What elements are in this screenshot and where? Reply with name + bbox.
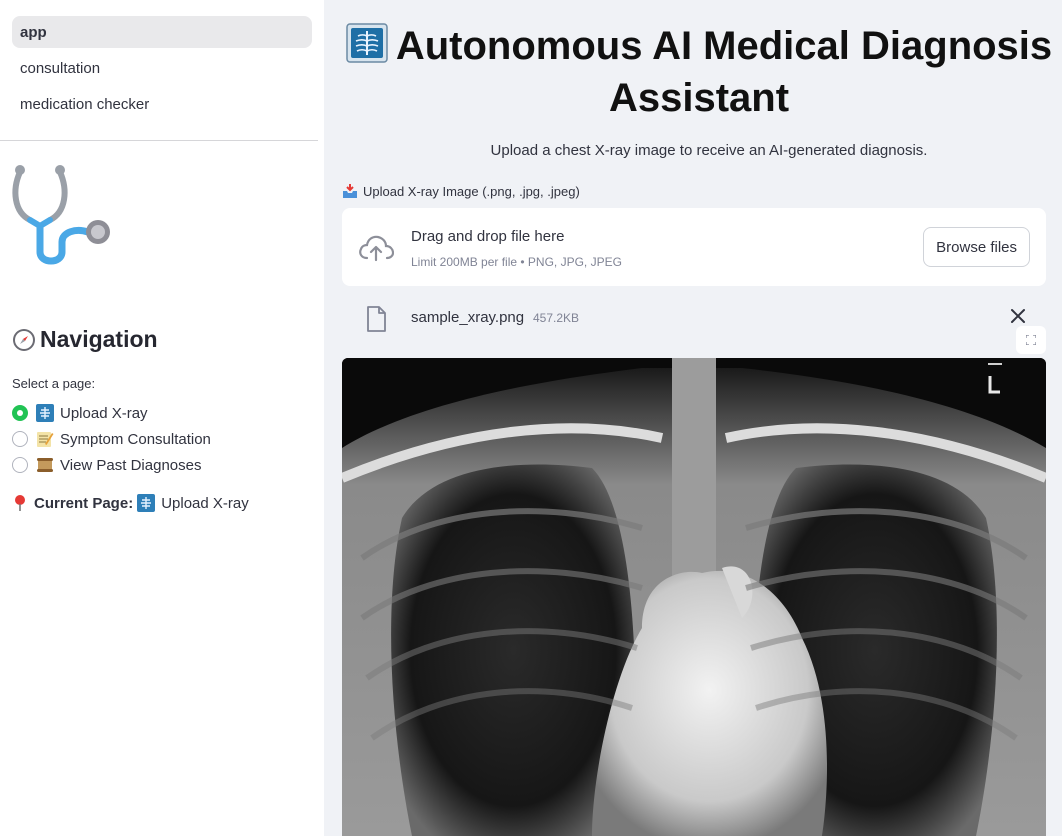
page-subtitle: Upload a chest X-ray image to receive an…: [490, 142, 928, 159]
page-title-text: Autonomous AI Medical Diagnosis Assistan…: [395, 24, 1053, 120]
fullscreen-icon: [1026, 335, 1036, 345]
page-nav: app consultation medication checker: [0, 0, 324, 120]
page-title: Autonomous AI Medical Diagnosis Assistan…: [340, 20, 1058, 124]
uploaded-file-row: sample_xray.png 457.2KB: [342, 300, 1046, 338]
radio-view-past-diagnoses[interactable]: View Past Diagnoses: [12, 452, 211, 478]
radio-upload-xray[interactable]: Upload X-ray: [12, 400, 211, 426]
xray-icon: [36, 404, 54, 422]
radio-label: Symptom Consultation: [60, 430, 211, 448]
radio-button-checked[interactable]: [12, 405, 28, 421]
nav-page-label: app: [20, 23, 47, 41]
memo-icon: [37, 432, 54, 447]
current-page-value: Upload X-ray: [161, 494, 249, 512]
nav-page-consultation[interactable]: consultation: [12, 52, 312, 84]
select-page-label: Select a page:: [12, 376, 96, 391]
radio-label: Upload X-ray: [60, 404, 148, 422]
uploaded-file-size: 457.2KB: [533, 311, 580, 325]
dropzone-instructions: Drag and drop file here: [411, 228, 565, 245]
main-content: Autonomous AI Medical Diagnosis Assistan…: [324, 0, 1062, 836]
xray-icon: [346, 23, 388, 63]
sidebar-divider: [0, 140, 318, 141]
uploader-label-text: Upload X-ray Image (.png, .jpg, .jpeg): [363, 183, 580, 199]
current-page-label: Current Page:: [34, 494, 134, 512]
browse-files-button[interactable]: Browse files: [923, 227, 1030, 267]
pin-icon: [15, 495, 25, 511]
file-dropzone[interactable]: Drag and drop file here Limit 200MB per …: [342, 208, 1046, 286]
close-icon[interactable]: [1010, 308, 1026, 324]
nav-page-label: medication checker: [20, 95, 150, 113]
xray-icon: [137, 494, 156, 512]
navigation-heading-text: Navigation: [40, 326, 158, 352]
current-page-indicator: Current Page: Upload X-ray: [12, 494, 249, 512]
nav-page-medication-checker[interactable]: medication checker: [12, 88, 312, 120]
radio-button[interactable]: [12, 431, 28, 447]
fullscreen-button[interactable]: [1016, 326, 1046, 354]
radio-label: View Past Diagnoses: [60, 456, 202, 474]
radio-button[interactable]: [12, 457, 28, 473]
chest-xray-illustration: [342, 358, 1046, 836]
scroll-icon: [37, 458, 53, 472]
navigation-heading: Navigation: [12, 326, 158, 353]
stethoscope-icon: [12, 165, 110, 265]
dropzone-limit-text: Limit 200MB per file • PNG, JPG, JPEG: [411, 255, 622, 269]
cloud-upload-icon: [359, 235, 394, 262]
uploader-label: Upload X-ray Image (.png, .jpg, .jpeg): [342, 183, 580, 199]
sidebar: app consultation medication checker Navi…: [0, 0, 324, 836]
nav-page-label: consultation: [20, 59, 101, 77]
uploaded-file-name: sample_xray.png: [411, 309, 525, 326]
compass-icon: [13, 328, 35, 351]
file-icon: [367, 306, 386, 332]
radio-symptom-consultation[interactable]: Symptom Consultation: [12, 426, 211, 452]
page-radio-group: Upload X-ray Symptom Consultation View P…: [12, 400, 211, 478]
inbox-tray-icon: [343, 184, 357, 198]
nav-page-app[interactable]: app: [12, 16, 312, 48]
chest-xray-image: [342, 358, 1046, 836]
